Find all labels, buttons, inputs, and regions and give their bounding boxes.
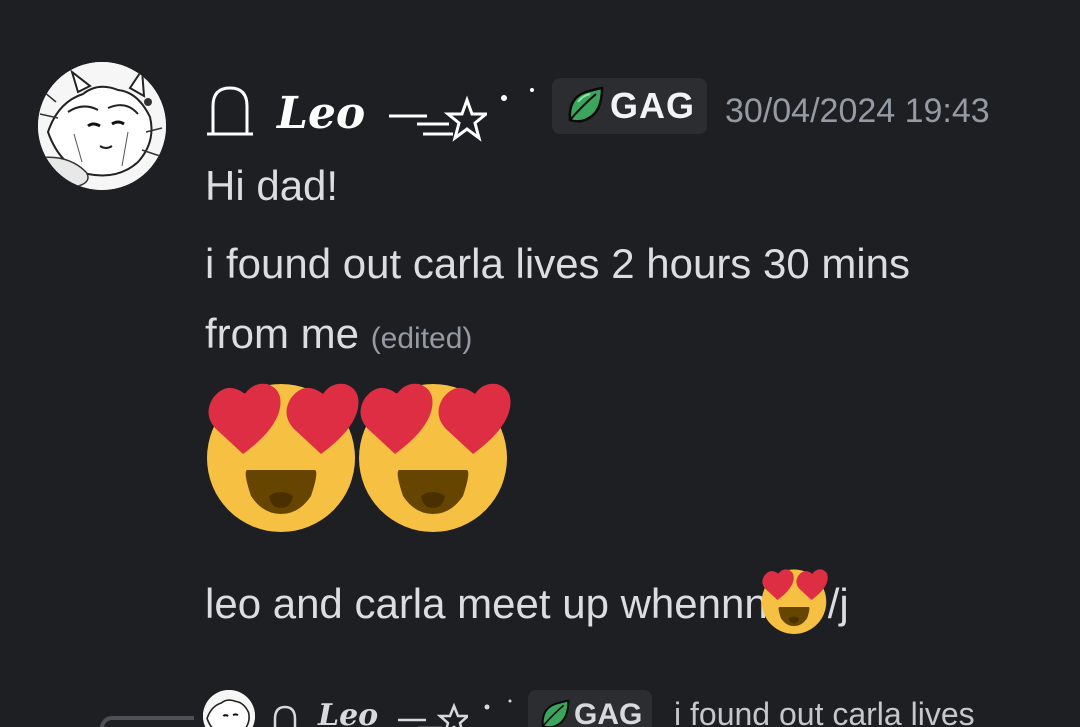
sparkle-dots-icon bbox=[484, 699, 512, 710]
user-avatar[interactable] bbox=[38, 62, 166, 190]
message-line-with-emoji: leo and carla meet up whennn /j bbox=[205, 566, 849, 634]
leaf-icon bbox=[568, 86, 604, 123]
reply-tag-label: GAG bbox=[574, 698, 643, 727]
message-line-text: leo and carla meet up whennn bbox=[205, 580, 768, 627]
username[interactable]: Leo bbox=[277, 86, 365, 142]
message-timestamp[interactable]: 30/04/2024 19:43 bbox=[725, 92, 990, 131]
star-trail-icon bbox=[398, 702, 468, 727]
message-line-with-edited: from me (edited) bbox=[205, 306, 472, 367]
tag-label: GAG bbox=[610, 85, 696, 126]
message-line: Hi dad! bbox=[205, 162, 339, 209]
reply-username[interactable]: Leo bbox=[318, 698, 378, 727]
message-line-text: from me bbox=[205, 310, 360, 357]
guild-tag-badge[interactable]: GAG bbox=[552, 78, 708, 134]
heart-eyes-emoji[interactable] bbox=[355, 376, 511, 532]
heart-eyes-emoji[interactable] bbox=[760, 566, 828, 634]
heart-eyes-emoji[interactable] bbox=[203, 376, 359, 532]
star-trail-icon bbox=[389, 95, 487, 142]
reply-preview-text: i found out carla lives bbox=[674, 696, 975, 727]
leaf-icon bbox=[541, 699, 570, 727]
message-line-suffix: /j bbox=[827, 580, 849, 627]
sparkle-dots-icon bbox=[501, 88, 534, 101]
jumbo-emoji-row bbox=[203, 376, 523, 536]
message-line: i found out carla lives 2 hours 30 mins bbox=[205, 240, 911, 287]
next-message-reply-preview[interactable]: Leo GAG i found out carla lives bbox=[0, 680, 1080, 727]
tombstone-icon bbox=[207, 86, 253, 136]
reply-guild-tag-badge[interactable]: GAG bbox=[528, 690, 653, 727]
message-header: Leo GAG 30/04/2024 19:43 bbox=[205, 78, 1065, 148]
chat-message: Leo GAG 30/04/2024 19:43 Hi dad! i found… bbox=[0, 0, 1080, 660]
reply-spine bbox=[100, 716, 194, 727]
edited-label[interactable]: (edited) bbox=[371, 322, 473, 355]
tombstone-icon bbox=[273, 705, 297, 727]
reply-avatar[interactable] bbox=[203, 690, 255, 727]
avatar-sketch-image bbox=[38, 62, 166, 190]
